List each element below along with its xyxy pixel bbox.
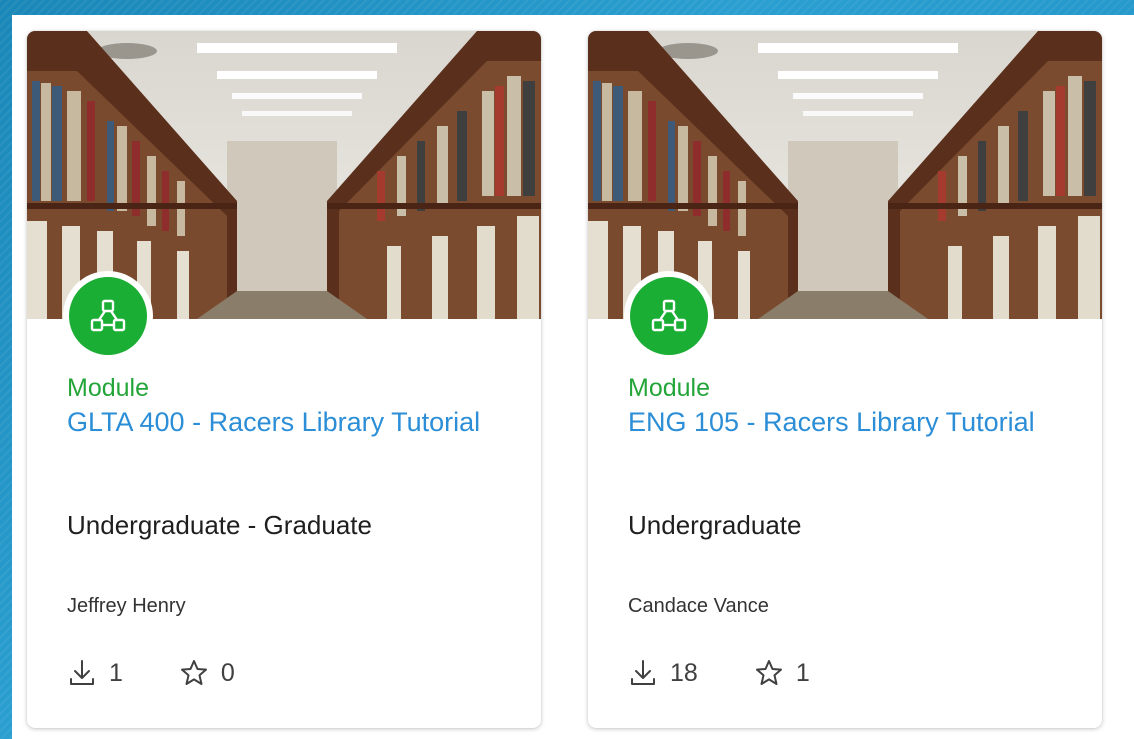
resource-type-label: Module — [67, 374, 149, 402]
resource-card[interactable]: Module ENG 105 - Racers Library Tutorial… — [588, 31, 1102, 728]
downloads-count: 1 — [109, 658, 123, 687]
resource-title-link[interactable]: GLTA 400 - Racers Library Tutorial — [67, 406, 497, 439]
favorites-stat[interactable]: 0 — [179, 658, 235, 688]
resource-card[interactable]: Module GLTA 400 - Racers Library Tutoria… — [27, 31, 541, 728]
module-network-icon — [651, 299, 687, 332]
downloads-stat: 1 — [67, 658, 123, 688]
module-badge — [630, 277, 708, 355]
downloads-stat: 18 — [628, 658, 698, 688]
card-stats: 1 0 — [67, 651, 291, 695]
card-stats: 18 1 — [628, 651, 866, 695]
author-name: Candace Vance — [628, 595, 769, 617]
download-icon — [631, 660, 655, 685]
badge-ring — [624, 271, 714, 361]
module-badge — [69, 277, 147, 355]
downloads-count: 18 — [670, 658, 698, 687]
results-panel: Module GLTA 400 - Racers Library Tutoria… — [12, 15, 1134, 739]
education-level: Undergraduate — [628, 510, 802, 540]
resource-type-label: Module — [628, 374, 710, 402]
badge-ring — [63, 271, 153, 361]
author-name: Jeffrey Henry — [67, 595, 186, 617]
education-level: Undergraduate - Graduate — [67, 510, 372, 540]
favorites-count: 1 — [795, 658, 810, 687]
module-network-icon — [90, 299, 126, 332]
resource-title-link[interactable]: ENG 105 - Racers Library Tutorial — [628, 406, 1058, 439]
download-icon — [70, 660, 94, 685]
favorites-stat[interactable]: 1 — [754, 658, 810, 688]
favorites-count: 0 — [220, 658, 235, 687]
star-icon[interactable] — [179, 658, 209, 688]
star-icon[interactable] — [754, 658, 784, 688]
